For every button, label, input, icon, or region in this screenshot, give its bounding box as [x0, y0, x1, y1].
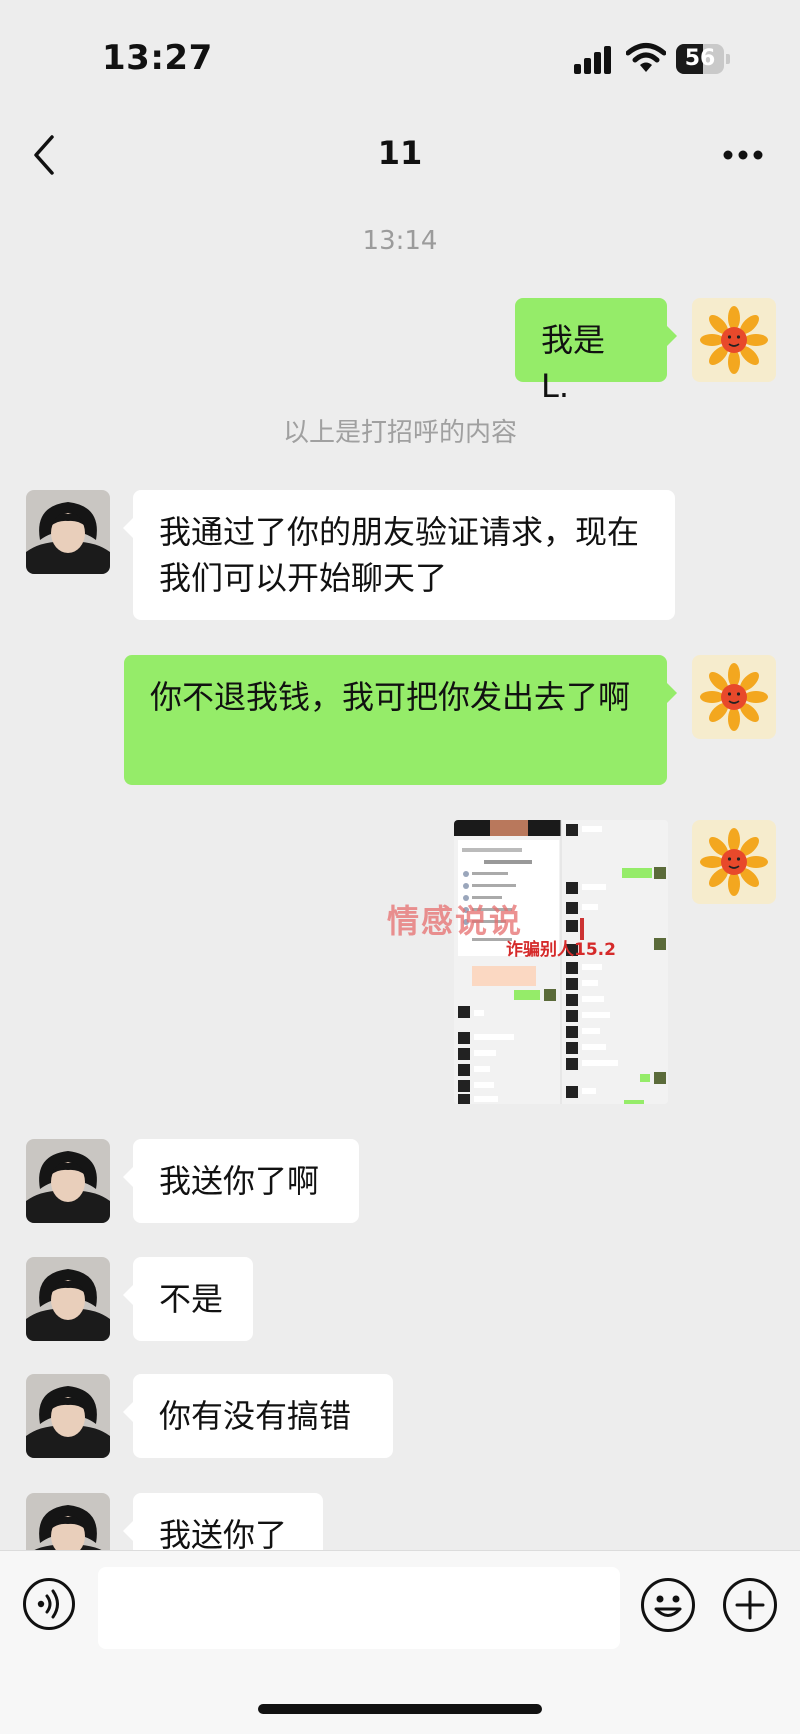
- cellular-signal-icon: [574, 46, 611, 74]
- message-text: 我送你了: [159, 1516, 288, 1554]
- message-timestamp: 13:14: [362, 226, 438, 256]
- battery-percent: 56: [684, 46, 716, 71]
- smiley-icon[interactable]: [640, 1577, 696, 1633]
- message-text: 我通过了你的朋友验证请求，现在我们可以开始聊天了: [159, 513, 640, 597]
- chat-header: 11: [0, 110, 800, 200]
- message-text: 不是: [159, 1280, 224, 1318]
- contact-avatar[interactable]: [26, 1374, 110, 1458]
- chat-screenshot-image: [454, 820, 668, 1104]
- self-avatar[interactable]: [692, 298, 776, 382]
- status-time: 13:27: [102, 38, 213, 78]
- message-bubble-outgoing[interactable]: 你不退我钱，我可把你发出去了啊: [124, 655, 677, 785]
- plus-icon[interactable]: [722, 1577, 778, 1633]
- message-input[interactable]: [98, 1567, 620, 1649]
- wifi-icon: [626, 43, 666, 72]
- chat-title: 11: [377, 134, 423, 172]
- message-text: 你不退我钱，我可把你发出去了啊: [150, 678, 631, 716]
- voice-icon[interactable]: [22, 1577, 76, 1631]
- message-text: 你有没有搞错: [159, 1397, 352, 1435]
- message-text: 我送你了啊: [159, 1162, 320, 1200]
- self-avatar[interactable]: [692, 655, 776, 739]
- message-bubble-incoming[interactable]: 不是: [123, 1257, 253, 1341]
- message-bubble-incoming[interactable]: 我送你了啊: [123, 1139, 359, 1223]
- contact-avatar[interactable]: [26, 490, 110, 574]
- battery-indicator: 56: [676, 44, 730, 74]
- system-note: 以上是打招呼的内容: [282, 418, 517, 448]
- status-bar: 13:27 56: [0, 0, 800, 110]
- ellipsis-icon[interactable]: [722, 148, 764, 162]
- message-bubble-incoming[interactable]: 我通过了你的朋友验证请求，现在我们可以开始聊天了: [123, 490, 675, 620]
- message-text: 我是 L.: [541, 321, 606, 405]
- contact-avatar[interactable]: [26, 1139, 110, 1223]
- watermark: 情感说说: [387, 902, 524, 940]
- self-avatar[interactable]: [692, 820, 776, 904]
- message-bubble-incoming[interactable]: 你有没有搞错: [123, 1374, 393, 1458]
- image-message[interactable]: 诈骗别人15.2: [454, 820, 668, 1104]
- contact-avatar[interactable]: [26, 1257, 110, 1341]
- home-indicator: [258, 1704, 542, 1714]
- message-bubble-outgoing[interactable]: 我是 L.: [515, 298, 677, 405]
- input-bar: [0, 1550, 800, 1734]
